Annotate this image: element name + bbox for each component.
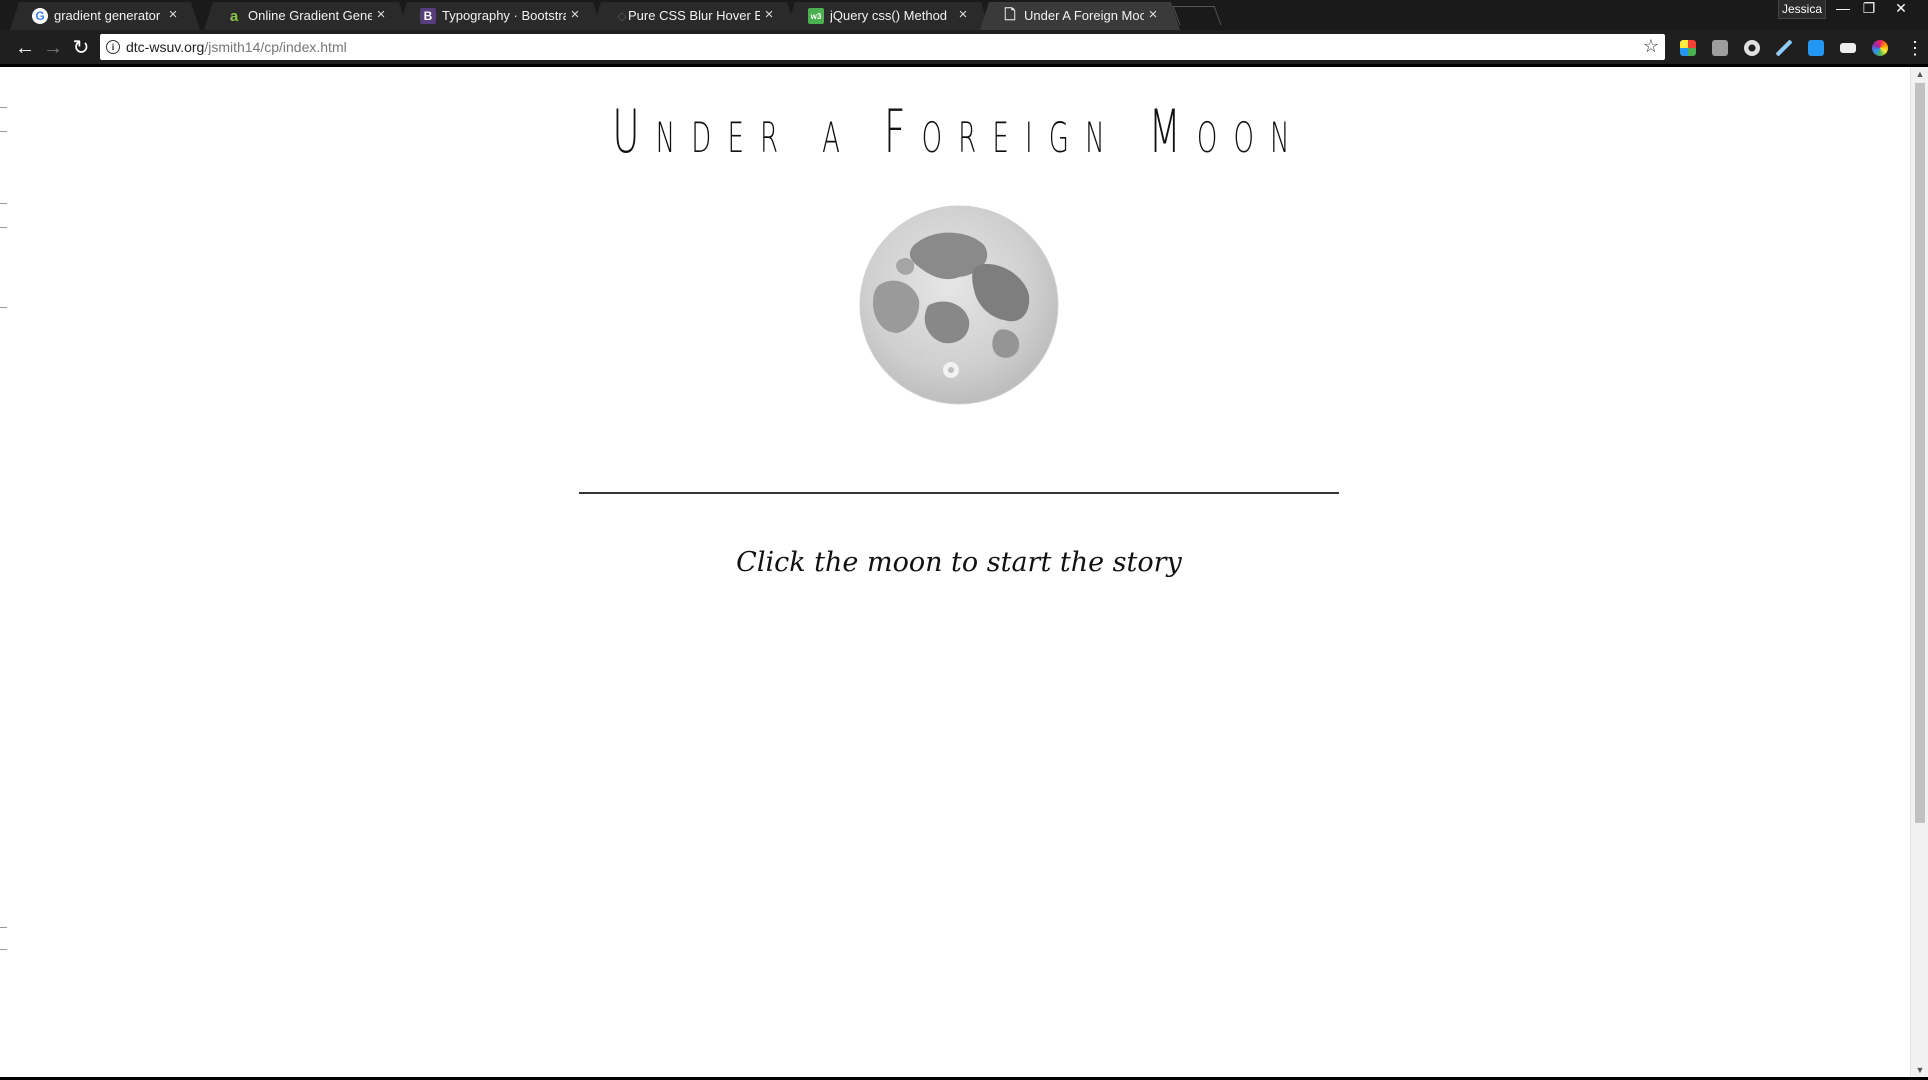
close-icon[interactable]: ×: [374, 7, 388, 23]
tab-gradient-generator[interactable]: G gradient generator back ×: [10, 2, 200, 30]
start-story-prompt: Click the moon to start the story: [736, 547, 1182, 578]
new-tab-button[interactable]: [1172, 6, 1222, 25]
browser-menu-icon[interactable]: ⋮: [1906, 37, 1924, 59]
tab-label: gradient generator back: [54, 8, 161, 23]
browser-toolbar: ← → ↻ i dtc-wsuv.org/jsmith14/cp/index.h…: [0, 30, 1928, 67]
tab-jquery-css[interactable]: w3 jQuery css() Method ×: [786, 2, 990, 30]
google-icon: G: [32, 8, 48, 24]
bookmark-star-icon[interactable]: ☆: [1643, 36, 1659, 57]
close-icon[interactable]: ×: [568, 7, 582, 23]
tab-online-gradient[interactable]: a Online Gradient Generat ×: [204, 2, 408, 30]
tab-pure-css-blur[interactable]: ◇ Pure CSS Blur Hover Effe ×: [592, 2, 796, 30]
url-domain: dtc-wsuv.org: [126, 39, 205, 55]
page-viewport: Under a Foreign Moon Click the moon to s…: [8, 67, 1910, 1077]
close-icon[interactable]: ×: [762, 7, 776, 23]
gear-extension-icon[interactable]: [1744, 40, 1760, 56]
close-icon[interactable]: ×: [166, 7, 180, 23]
tab-label: Typography · Bootstrap: [442, 8, 566, 23]
bootstrap-icon: B: [420, 8, 436, 24]
vertical-scrollbar[interactable]: ▲ ▼: [1910, 67, 1928, 1077]
minimize-icon[interactable]: —: [1830, 0, 1856, 18]
page-title: Under a Foreign Moon: [612, 97, 1306, 167]
window-extension-icon[interactable]: [1840, 43, 1856, 53]
css3-extension-icon[interactable]: [1808, 40, 1824, 56]
close-icon[interactable]: ×: [956, 7, 970, 23]
forward-button[interactable]: →: [42, 37, 64, 59]
url-text: dtc-wsuv.org/jsmith14/cp/index.html: [126, 39, 347, 55]
back-button[interactable]: ←: [14, 37, 36, 59]
tab-label: Online Gradient Generat: [248, 8, 372, 23]
color-grid-extension-icon[interactable]: [1680, 40, 1696, 56]
tab-label: jQuery css() Method: [830, 8, 948, 23]
color-wheel-extension-icon[interactable]: [1872, 40, 1888, 56]
a-logo-icon: a: [229, 7, 239, 25]
reload-button[interactable]: ↻: [70, 37, 92, 59]
profile-button[interactable]: Jessica: [1778, 0, 1826, 19]
restore-icon[interactable]: ❐: [1856, 0, 1882, 18]
moon-image[interactable]: [859, 205, 1059, 405]
info-icon[interactable]: i: [106, 40, 120, 54]
tab-typography-bootstrap[interactable]: B Typography · Bootstrap ×: [398, 2, 602, 30]
pen-extension-icon[interactable]: [1776, 40, 1792, 56]
scroll-down-icon[interactable]: ▼: [1911, 1063, 1928, 1077]
close-window-icon[interactable]: ✕: [1888, 0, 1914, 18]
tab-under-a-foreign-moon[interactable]: 🗋 Under A Foreign Moon ×: [980, 2, 1180, 30]
page-icon: 🗋: [1004, 6, 1016, 22]
scrollbar-thumb[interactable]: [1915, 83, 1925, 823]
w3schools-icon: w3: [808, 8, 824, 24]
divider-line: [579, 492, 1339, 494]
font-extension-icon[interactable]: [1712, 40, 1728, 56]
close-icon[interactable]: ×: [1146, 7, 1160, 23]
tab-label: Under A Foreign Moon: [1024, 8, 1144, 23]
scroll-up-icon[interactable]: ▲: [1911, 67, 1928, 81]
url-path: /jsmith14/cp/index.html: [204, 39, 347, 55]
address-bar[interactable]: i dtc-wsuv.org/jsmith14/cp/index.html ☆: [100, 34, 1665, 60]
tab-strip: G gradient generator back × a Online Gra…: [0, 0, 1928, 30]
tab-label: Pure CSS Blur Hover Effe: [628, 8, 760, 23]
